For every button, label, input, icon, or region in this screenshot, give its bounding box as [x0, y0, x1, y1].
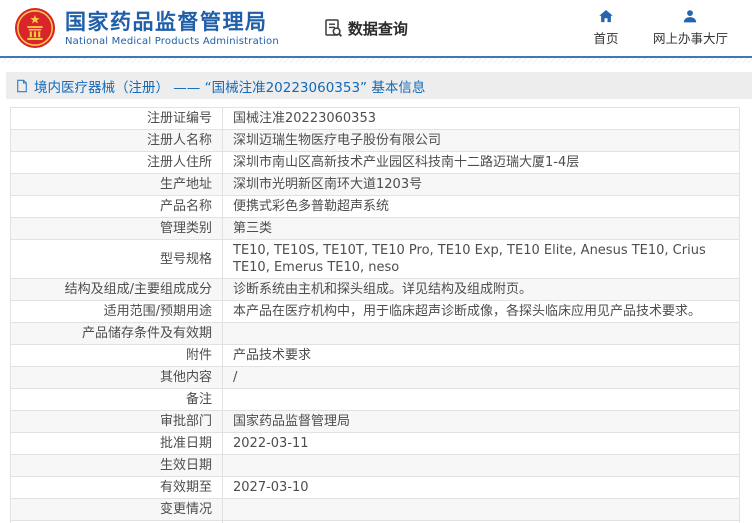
table-row: 注册人住所 深圳市南山区高新技术产业园区科技南十二路迈瑞大厦1-4层: [11, 152, 739, 174]
table-row: 审批部门 国家药品监督管理局: [11, 411, 739, 433]
table-row: 型号规格 TE10, TE10S, TE10T, TE10 Pro, TE10 E…: [11, 240, 739, 279]
national-emblem-icon: [14, 7, 56, 49]
table-row: 变更情况: [11, 499, 739, 521]
field-label: 其他内容: [11, 367, 223, 388]
header-divider: [0, 58, 752, 63]
org-name-cn: 国家药品监督管理局: [65, 9, 268, 34]
menu-data-query-label: 数据查询: [347, 19, 408, 38]
registration-info-table: 注册证编号 国械注准20223060353 注册人名称 深圳迈瑞生物医疗电子股份有限…: [10, 107, 740, 523]
table-row: 结构及组成/主要组成成分 诊断系统由主机和探头组成。详见结构及组成附页。: [11, 279, 739, 301]
top-nav: 首页 网上办事大厅: [589, 9, 742, 47]
field-value: [223, 464, 739, 468]
field-label: 管理类别: [11, 218, 223, 239]
field-label: 批准日期: [11, 433, 223, 454]
field-value: 产品技术要求: [233, 348, 312, 363]
table-row: 适用范围/预期用途 本产品在医疗机构中，用于临床超声诊断成像，各探头临床应用见产品…: [11, 301, 739, 323]
field-value: 深圳市光明新区南环大道1203号: [233, 177, 423, 192]
site-header: 国家药品监督管理局 National Medical Products Admi…: [0, 0, 752, 58]
document-icon: [16, 79, 28, 93]
nav-item-home[interactable]: 首页: [589, 9, 623, 47]
table-row: 产品储存条件及有效期: [11, 323, 739, 345]
field-label: 注册人名称: [11, 130, 223, 151]
field-label: 生效日期: [11, 455, 223, 476]
table-row: 管理类别 第三类: [11, 218, 739, 240]
field-value: 深圳市南山区高新技术产业园区科技南十二路迈瑞大厦1-4层: [233, 155, 580, 170]
menu-data-query[interactable]: 数据查询: [323, 18, 408, 39]
field-value: 本产品在医疗机构中，用于临床超声诊断成像，各探头临床应用见产品技术要求。: [233, 304, 702, 319]
field-value: 国械注准20223060353: [233, 111, 376, 126]
user-icon: [682, 9, 698, 24]
site-logo-text: 国家药品监督管理局 National Medical Products Admi…: [65, 10, 279, 47]
table-row: 生产地址 深圳市光明新区南环大道1203号: [11, 174, 739, 196]
table-row: 注册人名称 深圳迈瑞生物医疗电子股份有限公司: [11, 130, 739, 152]
table-row: 注册证编号 国械注准20223060353: [11, 108, 739, 130]
doc-search-icon: [323, 18, 343, 38]
table-row: 批准日期 2022-03-11: [11, 433, 739, 455]
field-label: 注册证编号: [11, 108, 223, 129]
field-value: TE10, TE10S, TE10T, TE10 Pro, TE10 Exp, …: [233, 243, 706, 275]
nav-item-service-hall[interactable]: 网上办事大厅: [653, 9, 728, 47]
org-name-en: National Medical Products Administration: [65, 35, 279, 47]
field-label: 审批部门: [11, 411, 223, 432]
field-label: 型号规格: [11, 240, 223, 278]
field-value: 第三类: [233, 221, 273, 236]
field-label: 变更情况: [11, 499, 223, 520]
table-row: 产品名称 便携式彩色多普勒超声系统: [11, 196, 739, 218]
field-value: 国家药品监督管理局: [233, 414, 351, 429]
field-label: 结构及组成/主要组成成分: [11, 279, 223, 300]
table-row: 其他内容 /: [11, 367, 739, 389]
field-value: 诊断系统由主机和探头组成。详见结构及组成附页。: [233, 282, 533, 297]
nav-item-service-hall-label: 网上办事大厅: [652, 31, 728, 46]
field-value: [223, 508, 739, 512]
field-value: 深圳迈瑞生物医疗电子股份有限公司: [233, 133, 442, 148]
field-label: 有效期至: [11, 477, 223, 498]
field-value: 便携式彩色多普勒超声系统: [233, 199, 390, 214]
field-value: 2027-03-10: [233, 480, 309, 495]
page-title-text: 境内医疗器械（注册） —— “国械注准20223060353” 基本信息: [34, 79, 426, 96]
table-row: 有效期至 2027-03-10: [11, 477, 739, 499]
table-row: 生效日期: [11, 455, 739, 477]
table-row: 附件 产品技术要求: [11, 345, 739, 367]
nav-item-home-label: 首页: [593, 31, 619, 46]
table-row: 备注: [11, 389, 739, 411]
page-title: 境内医疗器械（注册） —— “国械注准20223060353” 基本信息: [6, 72, 752, 99]
field-value: 2022-03-11: [233, 436, 309, 451]
field-value: /: [233, 370, 238, 385]
field-label: 备注: [11, 389, 223, 410]
home-icon: [598, 9, 614, 24]
field-label: 产品名称: [11, 196, 223, 217]
field-label: 生产地址: [11, 174, 223, 195]
field-value: [223, 332, 739, 336]
field-value: [223, 398, 739, 402]
field-label: 适用范围/预期用途: [11, 301, 223, 322]
field-label: 产品储存条件及有效期: [11, 323, 223, 344]
field-label: 注册人住所: [11, 152, 223, 173]
field-label: 附件: [11, 345, 223, 366]
site-logo[interactable]: 国家药品监督管理局 National Medical Products Admi…: [14, 7, 279, 49]
